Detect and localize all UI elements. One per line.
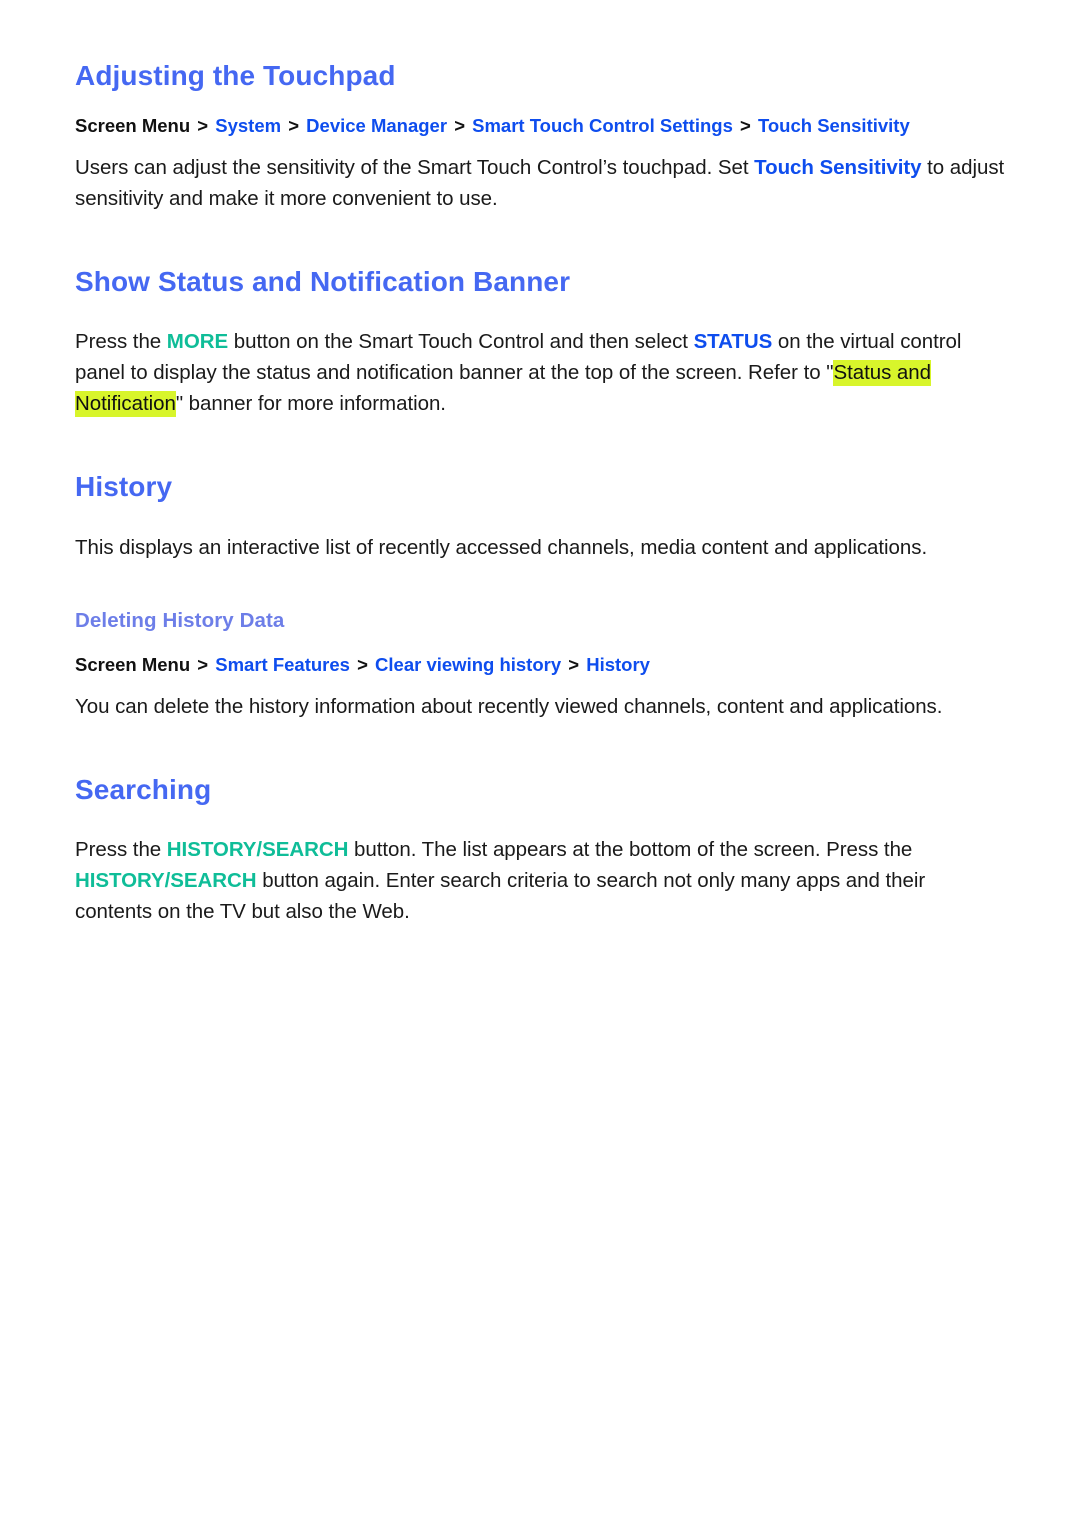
breadcrumb-separator: > [197, 115, 209, 137]
breadcrumb-link-touch-sensitivity[interactable]: Touch Sensitivity [758, 115, 910, 136]
breadcrumb-link-smart-touch-control-settings[interactable]: Smart Touch Control Settings [472, 115, 733, 136]
keyword-history-search-button-2: HISTORY/SEARCH [75, 869, 257, 893]
breadcrumb-separator: > [197, 654, 209, 676]
paragraph-adjusting-touchpad: Users can adjust the sensitivity of the … [75, 152, 1005, 214]
text-run: Users can adjust the sensitivity of the … [75, 156, 755, 180]
text-run: button on the Smart Touch Control and th… [228, 330, 694, 354]
paragraph-searching: Press the HISTORY/SEARCH button. The lis… [75, 834, 1005, 927]
section-adjusting-touchpad: Adjusting the Touchpad Screen Menu > Sys… [75, 0, 1005, 214]
section-searching: Searching Press the HISTORY/SEARCH butto… [75, 774, 1005, 927]
paragraph-deleting-history-data: You can delete the history information a… [75, 695, 943, 719]
heading-searching: Searching [75, 774, 212, 806]
keyword-more-button: MORE [166, 330, 229, 354]
paragraph-history: This displays an interactive list of rec… [75, 535, 928, 559]
text-run: " banner for more information. [175, 392, 446, 416]
heading-show-status-and-notification-banner: Show Status and Notification Banner [75, 266, 571, 298]
heading-history: History [75, 471, 173, 503]
breadcrumb-touch-sensitivity: Screen Menu > System > Device Manager > … [75, 114, 1005, 138]
breadcrumb-link-device-manager[interactable]: Device Manager [306, 115, 447, 136]
breadcrumb-link-system[interactable]: System [215, 115, 281, 136]
breadcrumb-separator: > [454, 115, 465, 137]
keyword-history-search-button-1: HISTORY/SEARCH [166, 838, 349, 862]
breadcrumb-root: Screen Menu [75, 654, 191, 676]
text-run: Press the [75, 838, 167, 862]
document-page: Adjusting the Touchpad Screen Menu > Sys… [0, 0, 1080, 1527]
breadcrumb-separator: > [740, 115, 751, 137]
subheading-deleting-history-data: Deleting History Data [75, 608, 285, 632]
section-history: History This displays an interactive lis… [75, 471, 1005, 722]
inline-link-touch-sensitivity[interactable]: Touch Sensitivity [754, 156, 921, 179]
breadcrumb-separator: > [357, 654, 368, 676]
breadcrumb-clear-viewing-history: Screen Menu > Smart Features > Clear vie… [75, 653, 1005, 677]
breadcrumb-link-smart-features[interactable]: Smart Features [215, 654, 350, 675]
breadcrumb-separator: > [288, 115, 300, 137]
paragraph-status-notification: Press the MORE button on the Smart Touch… [75, 326, 1005, 419]
breadcrumb-root: Screen Menu [75, 115, 191, 137]
breadcrumb-link-clear-viewing-history[interactable]: Clear viewing history [375, 654, 561, 675]
breadcrumb-link-history[interactable]: History [586, 654, 650, 675]
breadcrumb-separator: > [568, 654, 580, 676]
heading-adjusting-the-touchpad: Adjusting the Touchpad [75, 60, 396, 91]
keyword-status[interactable]: STATUS [694, 330, 773, 353]
document-content: Adjusting the Touchpad Screen Menu > Sys… [75, 0, 1005, 927]
section-status-notification-banner: Show Status and Notification Banner Pres… [75, 266, 1005, 419]
text-run: Press the [75, 330, 167, 354]
text-run: button. The list appears at the bottom o… [348, 838, 913, 862]
